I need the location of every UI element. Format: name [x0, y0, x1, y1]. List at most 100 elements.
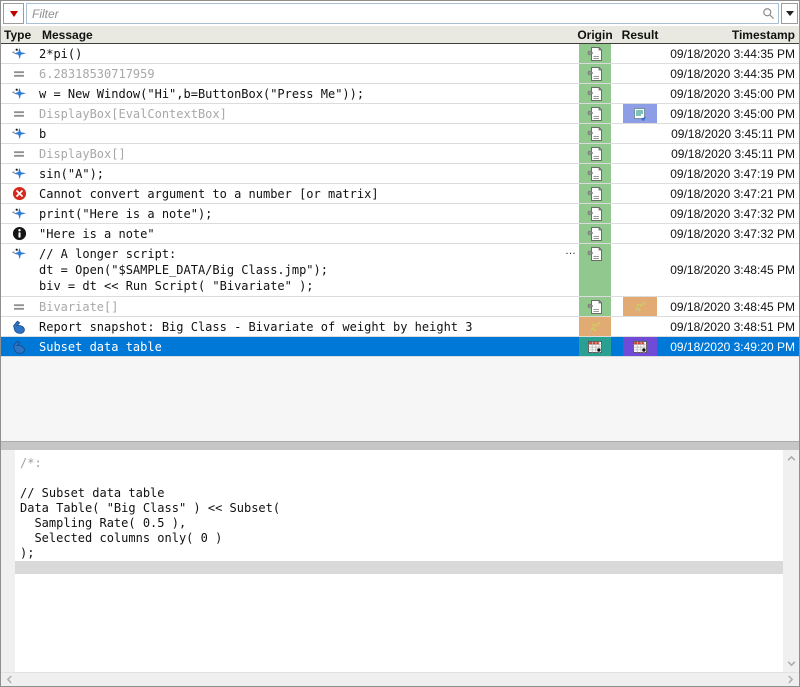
log-row[interactable]: Subset data table 09/18/2020 3:49:20 PM: [1, 337, 799, 357]
origin-cell[interactable]: [579, 64, 611, 83]
log-message: w = New Window("Hi",b=ButtonBox("Press M…: [39, 86, 365, 101]
origin-cell[interactable]: [579, 297, 611, 316]
log-message: "Here is a note": [39, 226, 155, 241]
origin-cell[interactable]: [579, 84, 611, 103]
result-cell[interactable]: [623, 84, 657, 103]
log-message: // A longer script: dt = Open("$SAMPLE_DA…: [39, 245, 576, 293]
log-row[interactable]: DisplayBox[] 09/18/2020 3:45:11 PM: [1, 144, 799, 164]
timestamp: 09/18/2020 3:47:19 PM: [670, 166, 795, 181]
run-icon: [11, 126, 27, 142]
filter-dropdown-button[interactable]: [781, 3, 798, 24]
run-icon: [11, 86, 27, 102]
script-file-icon: [587, 126, 603, 142]
log-message: DisplayBox[]: [39, 146, 126, 161]
log-row-type-cell: [1, 104, 37, 123]
log-empty-area: [1, 357, 799, 441]
log-row[interactable]: b 09/18/2020 3:45:11 PM: [1, 124, 799, 144]
scroll-down-icon[interactable]: [787, 659, 796, 668]
horizontal-scrollbar[interactable]: [1, 672, 799, 686]
result-cell[interactable]: [623, 244, 657, 296]
column-header-row: Type Message Origin Result Timestamp: [1, 26, 799, 44]
script-file-icon: [587, 299, 603, 315]
log-row[interactable]: Bivariate[] 09/18/2020 3:48:45 PM: [1, 297, 799, 317]
col-header-type: Type: [4, 27, 32, 42]
log-row[interactable]: Report snapshot: Big Class - Bivariate o…: [1, 317, 799, 337]
result-cell[interactable]: [623, 297, 657, 316]
log-row[interactable]: // A longer script: dt = Open("$SAMPLE_DA…: [1, 244, 799, 297]
script-file-icon: [587, 206, 603, 222]
log-row-type-cell: [1, 84, 37, 103]
log-row[interactable]: 2*pi() 09/18/2020 3:44:35 PM: [1, 44, 799, 64]
script-vertical-scrollbar[interactable]: [783, 450, 799, 672]
origin-cell[interactable]: [579, 124, 611, 143]
origin-cell[interactable]: [579, 204, 611, 223]
log-row[interactable]: print("Here is a note"); 09/18/2020 3:47:…: [1, 204, 799, 224]
log-row-type-cell: [1, 337, 37, 356]
filter-field-wrap: [26, 3, 779, 24]
timestamp: 09/18/2020 3:44:35 PM: [670, 66, 795, 81]
result-cell[interactable]: [623, 317, 657, 336]
script-file-icon: [587, 106, 603, 122]
origin-cell[interactable]: [579, 224, 611, 243]
jmp-log-window: Type Message Origin Result Timestamp 2*p…: [0, 0, 800, 687]
search-icon[interactable]: [762, 7, 775, 20]
timestamp: 09/18/2020 3:45:11 PM: [671, 126, 795, 141]
equals-icon: [11, 106, 27, 122]
log-row[interactable]: DisplayBox[EvalContextBox] 09/18/2020 3:4…: [1, 104, 799, 124]
log-table: 2*pi() 09/18/2020 3:44:35 PM 6.28318530717…: [1, 44, 799, 357]
origin-cell[interactable]: [579, 104, 611, 123]
timestamp: 09/18/2020 3:48:45 PM: [670, 263, 795, 277]
script-file-icon: [587, 66, 603, 82]
result-cell[interactable]: [623, 104, 657, 123]
timestamp: 09/18/2020 3:44:35 PM: [670, 46, 795, 61]
scroll-left-icon[interactable]: [5, 675, 14, 684]
log-row-type-cell: [1, 204, 37, 223]
script-current-line-highlight: [15, 561, 783, 574]
origin-cell[interactable]: [579, 144, 611, 163]
log-row-type-cell: [1, 164, 37, 183]
log-row[interactable]: w = New Window("Hi",b=ButtonBox("Press M…: [1, 84, 799, 104]
log-message: DisplayBox[EvalContextBox]: [39, 106, 227, 121]
log-message: 2*pi(): [39, 46, 83, 61]
origin-cell[interactable]: [579, 317, 611, 336]
log-row[interactable]: 6.28318530717959 09/18/2020 3:44:35 PM: [1, 64, 799, 84]
scroll-right-icon[interactable]: [786, 675, 795, 684]
scroll-up-icon[interactable]: [787, 454, 796, 463]
display-box-icon: [632, 106, 648, 122]
red-triangle-icon: [9, 10, 18, 17]
origin-cell[interactable]: [579, 244, 611, 296]
result-cell[interactable]: [623, 144, 657, 163]
log-row-type-cell: [1, 144, 37, 163]
script-line: [20, 471, 783, 486]
log-row-type-cell: [1, 124, 37, 143]
result-cell[interactable]: [623, 44, 657, 63]
log-message: sin("A");: [39, 166, 105, 181]
log-message: Report snapshot: Big Class - Bivariate o…: [39, 319, 473, 334]
result-cell[interactable]: [623, 337, 657, 356]
panel-splitter[interactable]: [1, 441, 799, 450]
equals-icon: [11, 146, 27, 162]
equals-icon: [11, 299, 27, 315]
filter-input[interactable]: [27, 4, 778, 23]
result-cell[interactable]: [623, 64, 657, 83]
result-cell[interactable]: [623, 124, 657, 143]
result-cell[interactable]: [623, 164, 657, 183]
hand-icon: [11, 339, 27, 355]
script-file-icon: [587, 86, 603, 102]
result-cell[interactable]: [623, 204, 657, 223]
origin-cell[interactable]: [579, 184, 611, 203]
script-file-icon: [587, 46, 603, 62]
log-row-type-cell: [1, 317, 37, 336]
result-cell[interactable]: [623, 184, 657, 203]
script-code[interactable]: /*: // Subset data table Data Table( "Big …: [15, 450, 783, 672]
origin-cell[interactable]: [579, 337, 611, 356]
log-row[interactable]: Cannot convert argument to a number [or …: [1, 184, 799, 204]
filter-menu-button[interactable]: [3, 3, 24, 24]
log-row[interactable]: "Here is a note" 09/18/2020 3:47:32 PM: [1, 224, 799, 244]
log-row-type-cell: [1, 244, 37, 296]
log-message: b: [39, 126, 47, 141]
log-row[interactable]: sin("A"); 09/18/2020 3:47:19 PM: [1, 164, 799, 184]
result-cell[interactable]: [623, 224, 657, 243]
origin-cell[interactable]: [579, 44, 611, 63]
origin-cell[interactable]: [579, 164, 611, 183]
